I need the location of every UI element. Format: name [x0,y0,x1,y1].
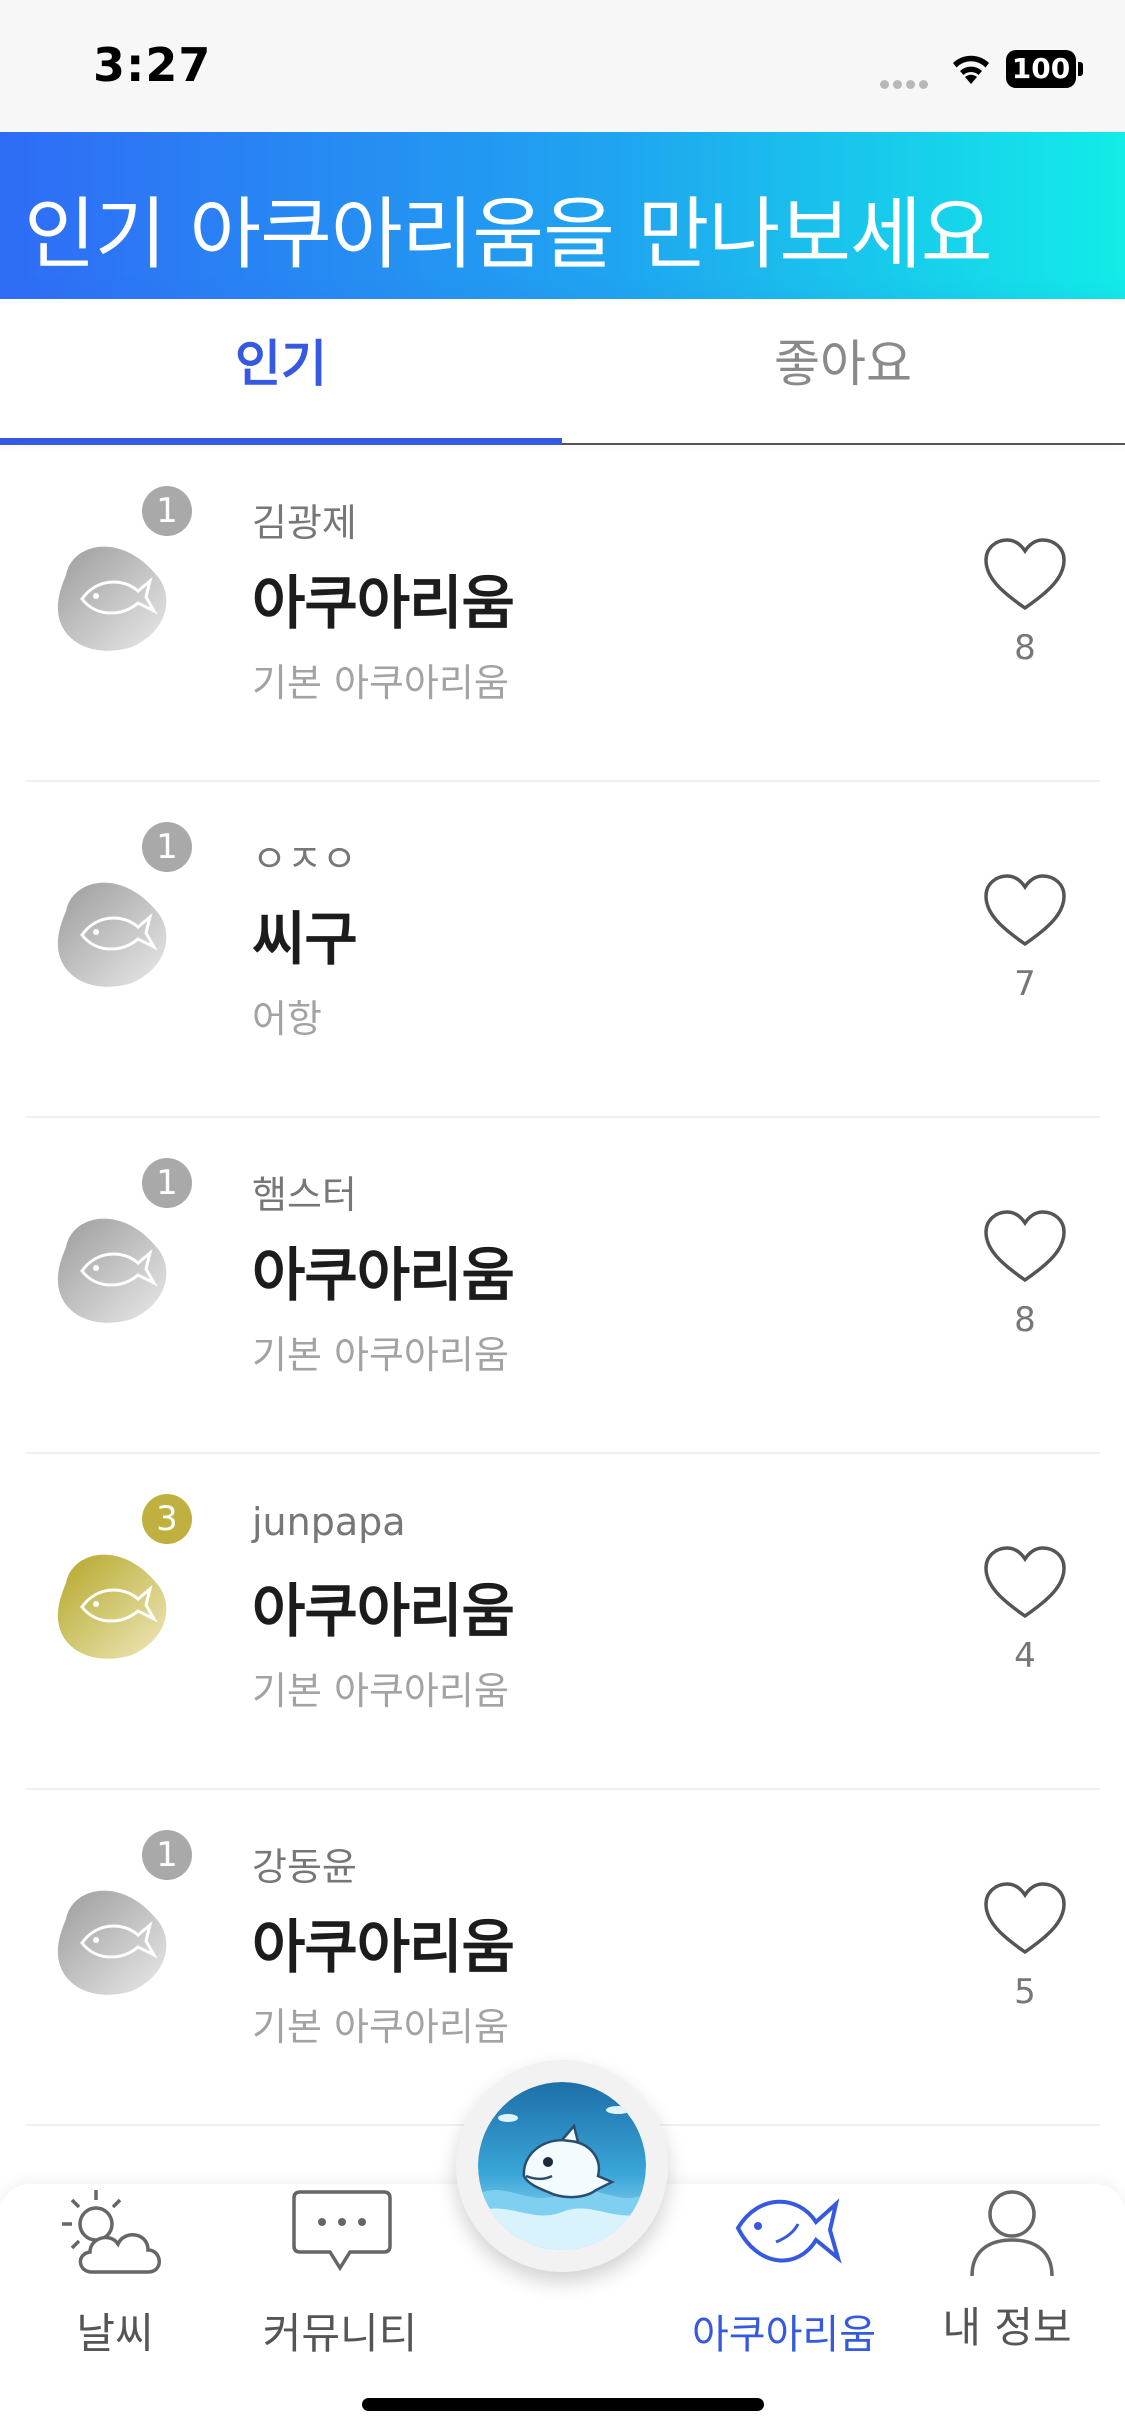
nav-aquarium-label: 아쿠아리움 [692,2312,876,2358]
heart-icon[interactable] [982,872,1068,950]
like-count: 8 [1014,1300,1036,1340]
fish-icon [735,2198,842,2264]
aquarium-name: 아쿠아리움 [252,569,515,637]
banner-title: 인기 아쿠아리움을 만나보세요 [24,190,992,280]
status-time: 3:27 [93,38,212,92]
rank-badge: 1 [142,1158,192,1208]
heart-icon[interactable] [982,536,1068,614]
like-count: 8 [1014,628,1036,668]
battery-level: 100 [1006,50,1076,88]
author-name: 강동윤 [252,1845,357,1889]
author-name: ㅇㅈㅇ [252,837,357,881]
aquarium-name: 씨구 [252,905,358,973]
dolphin-home-icon[interactable] [478,2082,646,2250]
like-count: 5 [1014,1972,1036,2012]
weather-icon [62,2190,161,2274]
aquarium-name: 아쿠아리움 [252,1577,515,1645]
fish-avatar-icon [57,1890,167,1995]
like-count: 7 [1014,964,1036,1004]
list-item[interactable]: 1 ㅇㅈㅇ 씨구 어항 7 [0,782,1125,1118]
fish-avatar-icon [57,1218,167,1323]
tab-active-indicator [0,438,562,445]
heart-icon[interactable] [982,1544,1068,1622]
rank-badge: 1 [142,486,192,536]
aquarium-type: 기본 아쿠아리움 [252,1333,509,1377]
list-item[interactable]: 1 김광제 아쿠아리움 기본 아쿠아리움 8 [0,446,1125,782]
heart-icon[interactable] [982,1208,1068,1286]
aquarium-name: 아쿠아리움 [252,1241,515,1309]
home-indicator [362,2398,764,2411]
aquarium-list: 1 김광제 아쿠아리움 기본 아쿠아리움 8 1 ㅇㅈㅇ 씨구 어항 7 1 햄… [0,446,1125,2126]
list-item[interactable]: 1 햄스터 아쿠아리움 기본 아쿠아리움 8 [0,1118,1125,1454]
nav-my-info[interactable]: 내 정보 [890,2184,1125,2436]
header-banner: 인기 아쿠아리움을 만나보세요 [0,132,1125,299]
battery-icon: 100 [1006,50,1083,88]
nav-my-info-label: 내 정보 [942,2303,1072,2352]
like-count: 4 [1014,1636,1036,1676]
nav-weather[interactable]: 날씨 [0,2184,230,2436]
chat-bubble-icon [292,2190,392,2272]
aquarium-type: 기본 아쿠아리움 [252,661,509,705]
list-item[interactable]: 3 junpapa 아쿠아리움 기본 아쿠아리움 4 [0,1454,1125,1790]
author-name: junpapa [252,1500,406,1544]
author-name: 햄스터 [252,1173,357,1217]
aquarium-type: 어항 [252,997,322,1041]
aquarium-type: 기본 아쿠아리움 [252,2005,509,2049]
fish-avatar-icon [57,1554,167,1659]
aquarium-name: 아쿠아리움 [252,1913,515,1981]
rank-badge: 3 [142,1494,192,1544]
heart-icon[interactable] [982,1880,1068,1958]
fish-avatar-icon [57,546,167,651]
rank-badge: 1 [142,822,192,872]
screen: 3:27 100 인기 아쿠아리움을 만나보세요 인기 좋아요 1 김광제 아쿠… [0,0,1125,2436]
fish-avatar-icon [57,882,167,987]
nav-weather-label: 날씨 [76,2309,154,2358]
cellular-signal-icon [880,74,932,93]
user-icon [970,2190,1054,2277]
wifi-icon [953,55,989,84]
status-bar: 3:27 100 [0,0,1125,132]
nav-community-label: 커뮤니티 [262,2309,418,2358]
aquarium-type: 기본 아쿠아리움 [252,1669,509,1713]
tab-bar: 인기 좋아요 [0,299,1125,445]
author-name: 김광제 [252,501,357,545]
tab-likes[interactable]: 좋아요 [562,299,1124,445]
tab-popular[interactable]: 인기 [0,299,562,445]
rank-badge: 1 [142,1830,192,1880]
